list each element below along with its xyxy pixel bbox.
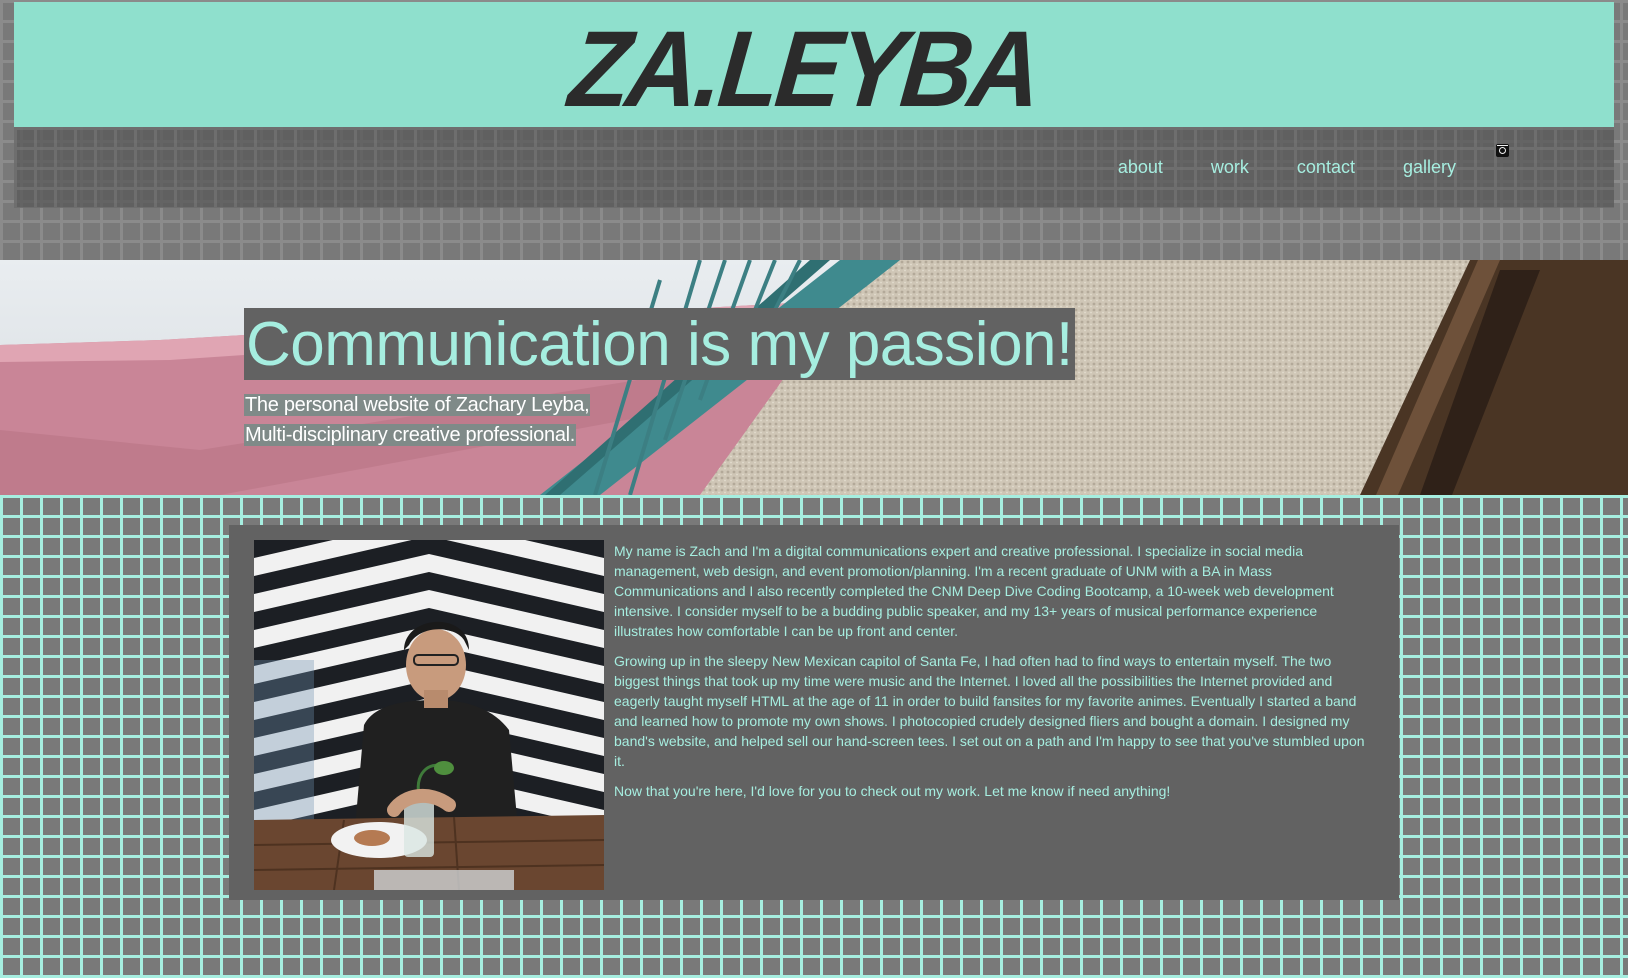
bio-paragraph-3: Now that you're here, I'd love for you t… bbox=[614, 783, 1171, 799]
hero-subtitle-line2: Multi-disciplinary creative professional… bbox=[244, 424, 577, 446]
nav-link-about[interactable]: about bbox=[1118, 157, 1163, 178]
hero-banner: Communication is my passion! The persona… bbox=[0, 260, 1628, 495]
bio-text: My name is Zach and I'm a digital commun… bbox=[614, 541, 1379, 811]
portrait-illustration bbox=[254, 540, 604, 890]
hero-title: Communication is my passion! bbox=[244, 308, 1075, 380]
hero-subtitle-line1: The personal website of Zachary Leyba, bbox=[244, 394, 591, 416]
bio-paragraph-1: My name is Zach and I'm a digital commun… bbox=[614, 543, 1334, 639]
main-nav: about work contact gallery bbox=[1070, 157, 1456, 178]
bio-paragraph-2: Growing up in the sleepy New Mexican cap… bbox=[614, 653, 1365, 769]
site-header: ZA.LEYBA bbox=[14, 2, 1614, 129]
about-section: My name is Zach and I'm a digital commun… bbox=[229, 525, 1399, 900]
nav-link-gallery[interactable]: gallery bbox=[1403, 157, 1456, 178]
site-logo[interactable]: ZA.LEYBA bbox=[565, 8, 1044, 129]
nav-link-contact[interactable]: contact bbox=[1297, 157, 1355, 178]
navigation-bar: about work contact gallery bbox=[14, 127, 1614, 208]
instagram-icon[interactable] bbox=[1496, 144, 1509, 157]
nav-link-work[interactable]: work bbox=[1211, 157, 1249, 178]
portrait-photo bbox=[254, 540, 604, 890]
